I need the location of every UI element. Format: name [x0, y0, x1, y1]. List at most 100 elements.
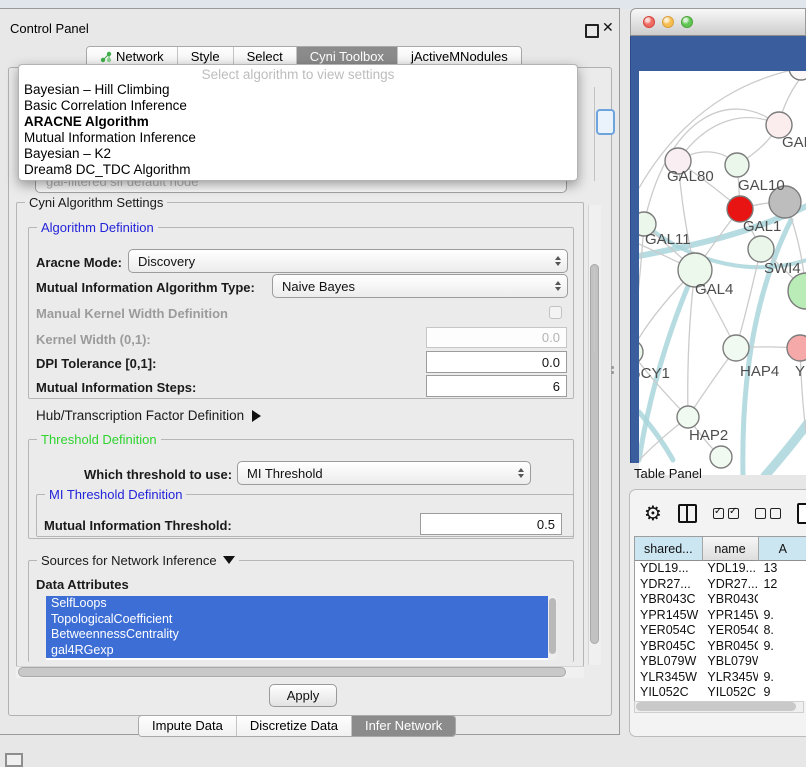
close-button[interactable]: [643, 16, 655, 28]
table-cell: 9.: [758, 670, 806, 686]
dpi-tolerance-field[interactable]: 0.0: [426, 351, 567, 373]
table-toolbar: ⚙: [630, 490, 806, 536]
table-row[interactable]: YDR27...YDR27...12: [635, 577, 806, 593]
apply-button[interactable]: Apply: [269, 684, 337, 707]
table-cell: YDR27...: [635, 577, 702, 593]
algorithm-option[interactable]: Bayesian – K2: [22, 146, 574, 162]
network-edge: [688, 270, 695, 417]
control-panel-title: Control Panel: [10, 21, 89, 36]
bottom-tab-impute-data[interactable]: Impute Data: [139, 716, 237, 736]
network-node[interactable]: [748, 236, 774, 262]
algorithm-option[interactable]: ARACNE Algorithm: [22, 114, 574, 130]
node-label: GAL4: [695, 281, 733, 298]
table-row[interactable]: YDL19...YDL19...13: [635, 561, 806, 577]
algorithm-option[interactable]: Bayesian – Hill Climbing: [22, 82, 574, 98]
select-all-checkboxes-icon[interactable]: [713, 508, 739, 519]
table-cell: YER054C: [702, 623, 758, 639]
zoom-button[interactable]: [681, 16, 693, 28]
network-view-window: GALGAL80GAL10GAL1GAL11SWI4GAL4GCY1HAP4YH…: [630, 8, 806, 463]
algorithm-option[interactable]: Mutual Information Inference: [22, 130, 574, 146]
table-header-row: shared...nameA: [635, 537, 806, 561]
kernel-width-label: Kernel Width (0,1):: [36, 332, 151, 347]
column-header[interactable]: shared...: [635, 537, 703, 561]
network-node[interactable]: [725, 153, 749, 177]
mi-steps-field[interactable]: 6: [426, 375, 567, 397]
network-node[interactable]: [723, 335, 749, 361]
algorithm-option[interactable]: Dream8 DC_TDC Algorithm: [22, 162, 574, 178]
network-node[interactable]: [788, 273, 806, 309]
node-label: GAL: [782, 134, 806, 151]
network-node[interactable]: [710, 446, 732, 468]
threshold-definition-legend: Threshold Definition: [37, 432, 161, 447]
table-cell: YBL079W: [635, 654, 702, 670]
table-cell: YDL19...: [702, 561, 758, 577]
node-label: GAL80: [667, 168, 714, 185]
table-row[interactable]: YBL079WYBL079W: [635, 654, 806, 670]
combo-spinner-icon: [555, 256, 561, 266]
table-cell: YBR043C: [635, 592, 702, 608]
deselect-all-checkboxes-icon[interactable]: [755, 508, 781, 519]
columns-icon[interactable]: [678, 504, 697, 523]
mi-algorithm-type-combobox[interactable]: Naive Bayes: [272, 274, 568, 298]
table-row[interactable]: YBR043CYBR043C: [635, 592, 806, 608]
table-cell: YDL19...: [635, 561, 702, 577]
table-row[interactable]: YPR145WYPR145W9.: [635, 608, 806, 624]
table-row[interactable]: YER054CYER054C8.: [635, 623, 806, 639]
gear-icon[interactable]: ⚙: [644, 503, 662, 523]
manual-kernel-checkbox[interactable]: [549, 306, 562, 319]
bottom-tab-label: Infer Network: [365, 716, 442, 736]
table-cell: YER054C: [635, 623, 702, 639]
algorithm-option[interactable]: Basic Correlation Inference: [22, 98, 574, 114]
table-cell: 9.: [758, 608, 806, 624]
column-header[interactable]: A: [759, 537, 806, 561]
close-icon[interactable]: ✕: [602, 19, 614, 36]
network-node[interactable]: [677, 406, 699, 428]
bottom-tab-label: Discretize Data: [250, 716, 338, 736]
column-header[interactable]: name: [703, 537, 759, 561]
hub-section-label: Hub/Transcription Factor Definition: [36, 408, 244, 423]
attribute-item[interactable]: BetweennessCentrality: [46, 627, 548, 643]
data-attributes-list: SelfLoopsTopologicalCoefficientBetweenne…: [46, 596, 548, 660]
table-cell: 12: [758, 577, 806, 593]
sources-legend[interactable]: Sources for Network Inference: [37, 553, 239, 568]
attribute-item[interactable]: gal4RGexp: [46, 643, 548, 659]
attribute-item[interactable]: SelfLoops: [46, 596, 548, 612]
table-cell: YLR345W: [635, 670, 702, 686]
panel-divider-handle[interactable]: [610, 364, 616, 376]
table-cell: YBR045C: [635, 639, 702, 655]
network-window-titlebar[interactable]: [630, 8, 806, 36]
aracne-mode-value: Discovery: [138, 254, 195, 269]
kernel-width-field[interactable]: 0.0: [426, 327, 567, 348]
network-canvas[interactable]: GALGAL80GAL10GAL1GAL11SWI4GAL4GCY1HAP4YH…: [639, 71, 806, 475]
hub-section-toggle[interactable]: Hub/Transcription Factor Definition: [36, 408, 261, 423]
which-threshold-combobox[interactable]: MI Threshold: [237, 461, 531, 485]
network-node[interactable]: [787, 335, 806, 361]
node-label: GAL11: [645, 231, 691, 248]
table-cell: 9: [758, 685, 806, 701]
settings-horizontal-scrollbar-thumb[interactable]: [18, 667, 566, 677]
network-node[interactable]: [639, 340, 643, 364]
node-label: HAP2: [689, 427, 728, 444]
attributes-scrollbar-thumb[interactable]: [549, 598, 556, 654]
mi-threshold-field[interactable]: 0.5: [420, 513, 562, 535]
sources-legend-text: Sources for Network Inference: [41, 553, 217, 568]
table-horizontal-scrollbar-thumb[interactable]: [636, 702, 796, 711]
table-cell: YLR345W: [702, 670, 758, 686]
table-row[interactable]: YIL052CYIL052C9: [635, 685, 806, 701]
aracne-mode-combobox[interactable]: Discovery: [128, 249, 568, 273]
attribute-item[interactable]: TopologicalCoefficient: [46, 612, 548, 628]
network-edge: [736, 249, 761, 348]
minimized-panel-icon[interactable]: [5, 753, 23, 767]
network-node[interactable]: [789, 71, 806, 80]
float-window-icon[interactable]: [585, 24, 599, 38]
bottom-tab-discretize-data[interactable]: Discretize Data: [237, 716, 352, 736]
table-row[interactable]: YLR345WYLR345W9.: [635, 670, 806, 686]
table-cell: YPR145W: [635, 608, 702, 624]
mi-threshold-definition-legend: MI Threshold Definition: [45, 487, 186, 502]
bottom-tab-infer-network[interactable]: Infer Network: [352, 716, 455, 736]
attribute-table: shared...nameA YDL19...YDL19...13YDR27..…: [634, 536, 806, 701]
minimize-button[interactable]: [662, 16, 674, 28]
table-row[interactable]: YBR045CYBR045C9.: [635, 639, 806, 655]
which-threshold-label: Which threshold to use:: [84, 467, 232, 482]
file-icon[interactable]: [797, 503, 806, 524]
